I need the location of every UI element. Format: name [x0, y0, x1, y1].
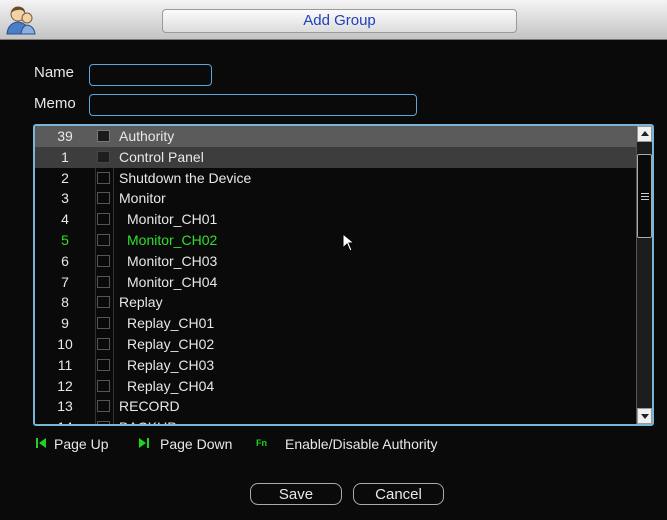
list-item[interactable]: 3 Monitor	[35, 188, 638, 209]
authority-checkbox[interactable]	[97, 421, 110, 424]
list-item[interactable]: 2 Shutdown the Device	[35, 168, 638, 189]
row-number: 14	[35, 417, 95, 424]
authority-column-header: Authority	[119, 128, 175, 144]
memo-label: Memo	[34, 95, 76, 112]
authority-label: Shutdown the Device	[119, 169, 252, 186]
authority-label: Monitor	[119, 190, 166, 207]
row-number: 8	[61, 294, 69, 311]
authority-checkbox[interactable]	[97, 379, 110, 392]
row-number: 10	[57, 336, 73, 352]
mouse-cursor-icon	[342, 233, 356, 252]
row-number: 1	[61, 148, 69, 165]
row-number: 4	[61, 211, 69, 228]
row-number: 12	[57, 377, 73, 394]
memo-field[interactable]	[89, 94, 417, 116]
authority-checkbox[interactable]	[97, 213, 110, 226]
row-number: 5	[61, 232, 69, 248]
page-up-icon	[36, 438, 46, 448]
user-group-icon	[6, 6, 36, 35]
authority-label: RECORD	[119, 398, 180, 415]
scroll-down-icon[interactable]	[637, 408, 652, 424]
title-bar: Add Group	[0, 0, 667, 40]
scroll-up-icon[interactable]	[637, 126, 652, 142]
row-number: 3	[61, 190, 69, 207]
list-item[interactable]: 10 Replay_CH02	[35, 334, 638, 355]
row-number: 7	[61, 273, 69, 290]
cancel-button[interactable]: Cancel	[353, 483, 444, 505]
authority-label: Monitor_CH03	[127, 252, 218, 269]
page-down-hint: Page Down	[160, 436, 233, 452]
fn-icon: Fn	[256, 438, 267, 448]
authority-label: BACKUP	[119, 417, 177, 424]
authority-label: Replay_CH02	[127, 336, 215, 352]
authority-checkbox[interactable]	[97, 150, 110, 163]
list-item[interactable]: 1 Control Panel	[35, 146, 638, 168]
list-item[interactable]: 11 Replay_CH03	[35, 355, 638, 376]
row-number: 11	[57, 356, 73, 373]
row-number: 2	[61, 169, 69, 186]
save-button[interactable]: Save	[250, 483, 342, 505]
name-label: Name	[34, 64, 75, 81]
authority-label: Replay_CH01	[127, 315, 215, 332]
authority-count: 39	[57, 128, 73, 144]
list-item[interactable]: 13 RECORD	[35, 396, 638, 417]
authority-checkbox[interactable]	[97, 171, 110, 184]
list-item[interactable]: 8 Replay	[35, 292, 638, 313]
authority-checkbox[interactable]	[97, 234, 110, 246]
list-item[interactable]: 7 Monitor_CH04	[35, 272, 638, 293]
list-item[interactable]: 6 Monitor_CH03	[35, 251, 638, 272]
authority-list[interactable]: 39 Authority 1 Control Panel 2 Shutdown the…	[33, 124, 654, 426]
list-item[interactable]: 9 Replay_CH01	[35, 313, 638, 334]
row-number: 9	[61, 315, 69, 332]
list-item[interactable]: 14 BACKUP	[35, 417, 638, 424]
page-down-icon	[139, 438, 149, 448]
authority-checkbox[interactable]	[97, 358, 110, 371]
authority-label: Replay_CH03	[127, 356, 215, 373]
list-item[interactable]: 4 Monitor_CH01	[35, 209, 638, 230]
name-field[interactable]	[89, 64, 212, 86]
authority-checkbox[interactable]	[97, 254, 110, 267]
scroll-thumb[interactable]	[637, 154, 652, 238]
list-header: 39 Authority	[35, 126, 638, 148]
authority-label: Monitor_CH02	[127, 232, 218, 248]
list-item[interactable]: 12 Replay_CH04	[35, 376, 638, 397]
list-item[interactable]: 5 Monitor_CH02	[35, 230, 638, 251]
row-number: 13	[57, 398, 73, 415]
list-scrollbar[interactable]	[636, 126, 652, 424]
authority-checkbox[interactable]	[97, 192, 110, 205]
window-title: Add Group	[162, 9, 517, 33]
authority-label: Control Panel	[119, 148, 204, 165]
authority-checkbox[interactable]	[97, 275, 110, 288]
authority-checkbox[interactable]	[97, 400, 110, 413]
authority-checkbox[interactable]	[97, 338, 110, 350]
page-up-hint: Page Up	[54, 436, 109, 452]
authority-label: Monitor_CH01	[127, 211, 218, 228]
row-number: 6	[61, 252, 69, 269]
authority-label: Replay_CH04	[127, 377, 215, 394]
authority-label: Monitor_CH04	[127, 273, 218, 290]
authority-checkbox[interactable]	[97, 317, 110, 330]
select-all-checkbox[interactable]	[97, 130, 110, 142]
authority-checkbox[interactable]	[97, 296, 110, 309]
enable-disable-hint: Enable/Disable Authority	[285, 436, 438, 452]
authority-label: Replay	[119, 294, 163, 311]
